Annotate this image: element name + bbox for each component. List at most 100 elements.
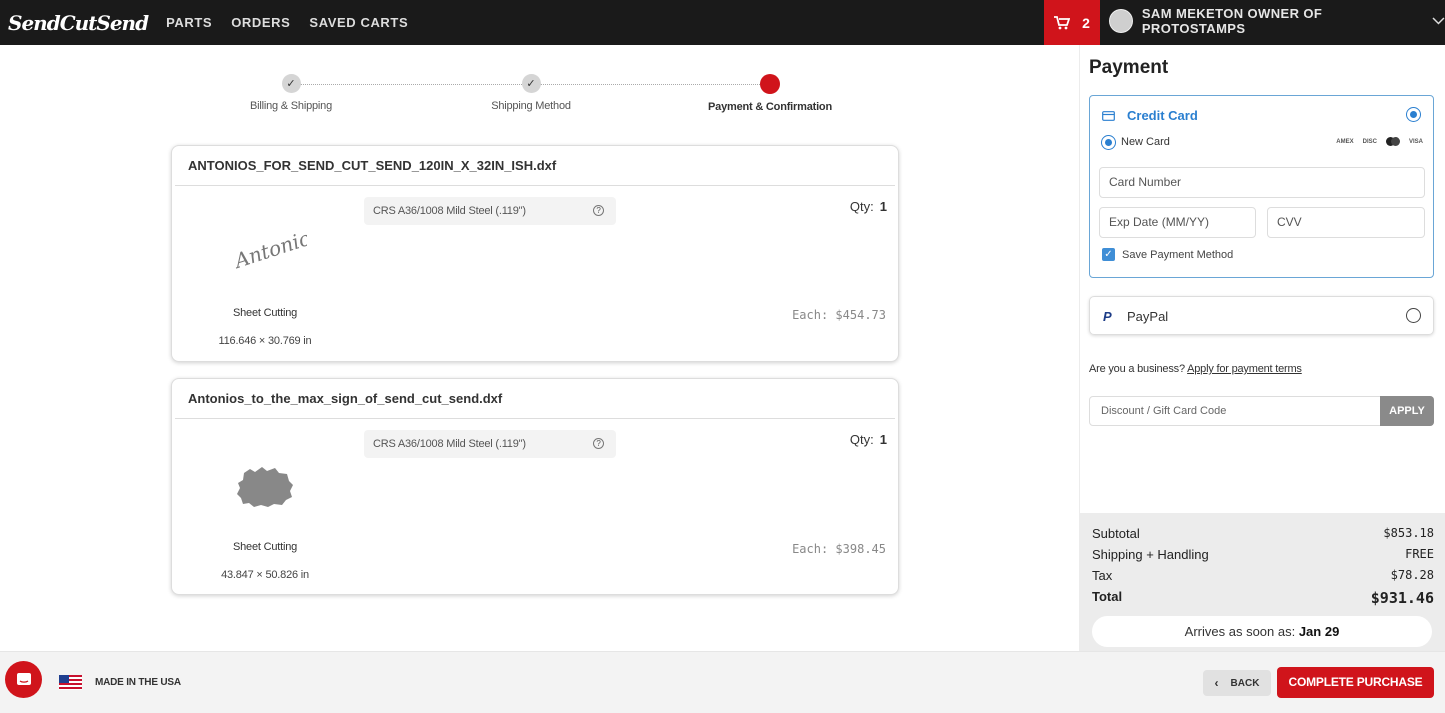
chat-icon	[16, 672, 31, 685]
material-select[interactable]: CRS A36/1008 Mild Steel (.119") ?	[364, 430, 616, 458]
shipping-row: Shipping + Handling FREE	[1092, 547, 1434, 568]
total-label: Total	[1092, 589, 1123, 604]
new-card-radio[interactable]	[1101, 135, 1116, 150]
apply-terms-link[interactable]: Apply for payment terms	[1187, 363, 1302, 375]
part-dimensions: 116.646 × 30.769 in	[218, 335, 312, 347]
exp-date-input[interactable]: Exp Date (MM/YY)	[1099, 207, 1256, 238]
save-payment-checkbox[interactable]: ✓ Save Payment Method	[1102, 248, 1233, 261]
complete-purchase-button[interactable]: COMPLETE PURCHASE	[1277, 667, 1434, 698]
each-price: Each: $454.73	[792, 308, 886, 322]
arrives-date: Jan 29	[1298, 624, 1340, 639]
credit-card-radio[interactable]	[1406, 107, 1421, 122]
user-name: SAM MEKETON OWNER OF PROTOSTAMPS	[1141, 6, 1323, 36]
credit-card-icon	[1102, 110, 1115, 121]
material-select[interactable]: CRS A36/1008 Mild Steel (.119") ?	[364, 197, 616, 225]
checkout-steps: ✓ Billing & Shipping ✓ Shipping Method P…	[180, 74, 900, 119]
subtotal-row: Subtotal $853.18	[1092, 526, 1434, 547]
total-value: $931.46	[1370, 589, 1434, 607]
footer-bar: MADE IN THE USA ‹ BACK COMPLETE PURCHASE	[0, 651, 1445, 713]
step-label: Payment & Confirmation	[708, 101, 832, 113]
check-icon: ✓	[281, 74, 301, 93]
us-flag-icon	[59, 675, 82, 690]
business-terms: Are you a business? Apply for payment te…	[1089, 363, 1302, 375]
amex-icon: AMEX	[1336, 138, 1354, 145]
part-filename: ANTONIOS_FOR_SEND_CUT_SEND_120IN_X_32IN_…	[175, 146, 895, 186]
part-thumbnail: Antonio's	[212, 214, 322, 284]
part-thumbnail	[212, 449, 322, 519]
paypal-radio[interactable]	[1406, 308, 1421, 323]
mastercard-icon	[1385, 137, 1400, 146]
visa-icon: VISA	[1408, 138, 1423, 145]
nav-orders[interactable]: ORDERS	[231, 15, 290, 30]
chevron-left-icon: ‹	[1214, 676, 1219, 690]
save-payment-label: Save Payment Method	[1122, 248, 1234, 261]
part-thumbnail-logo: Antonio's	[230, 224, 307, 273]
help-icon[interactable]: ?	[593, 438, 604, 449]
step-payment-confirmation[interactable]: Payment & Confirmation	[680, 74, 860, 113]
paypal-icon: P	[1103, 309, 1112, 324]
cart-count: 2	[1082, 14, 1090, 31]
qty-label: Qty:	[849, 199, 874, 214]
subtotal-value: $853.18	[1383, 526, 1434, 540]
part-card: Antonios_to_the_max_sign_of_send_cut_sen…	[171, 378, 899, 595]
card-brands: AMEX DISC VISA	[1327, 137, 1423, 146]
nav-links: PARTS ORDERS SAVED CARTS	[166, 15, 427, 30]
chat-button[interactable]	[5, 661, 42, 698]
discover-icon: DISC	[1362, 138, 1377, 145]
paypal-option[interactable]: P PayPal	[1089, 296, 1434, 335]
nav-saved-carts[interactable]: SAVED CARTS	[309, 15, 408, 30]
paypal-label: PayPal	[1127, 309, 1169, 324]
material-label: CRS A36/1008 Mild Steel (.119")	[373, 205, 526, 217]
material-label: CRS A36/1008 Mild Steel (.119")	[373, 438, 526, 450]
nav-parts[interactable]: PARTS	[166, 15, 212, 30]
payment-panel: Payment Credit Card New Card AMEX DISC V…	[1079, 45, 1445, 651]
part-card: ANTONIOS_FOR_SEND_CUT_SEND_120IN_X_32IN_…	[171, 145, 899, 362]
quantity: Qty: 1	[850, 432, 887, 447]
logo[interactable]: SendCutSend	[8, 11, 149, 35]
part-filename: Antonios_to_the_max_sign_of_send_cut_sen…	[175, 379, 895, 419]
tax-row: Tax $78.28	[1092, 568, 1434, 589]
back-label: BACK	[1230, 677, 1260, 689]
part-process: Sheet Cutting	[232, 307, 298, 319]
chevron-down-icon	[1432, 17, 1445, 25]
cart-icon	[1054, 15, 1071, 29]
credit-card-option[interactable]: Credit Card New Card AMEX DISC VISA Card…	[1089, 95, 1434, 278]
check-icon: ✓	[521, 74, 541, 93]
subtotal-label: Subtotal	[1092, 526, 1140, 541]
shipping-label: Shipping + Handling	[1092, 547, 1209, 562]
shipping-value: FREE	[1405, 547, 1434, 561]
each-price: Each: $398.45	[792, 542, 886, 556]
arrives-prefix: Arrives as soon as:	[1184, 624, 1299, 639]
payment-title: Payment	[1089, 57, 1169, 78]
part-thumbnail-shape	[237, 467, 293, 507]
apply-discount-button[interactable]: APPLY	[1380, 396, 1434, 426]
credit-card-label: Credit Card	[1127, 108, 1198, 123]
step-label: Shipping Method	[491, 100, 571, 112]
avatar	[1109, 9, 1133, 33]
part-dimensions: 43.847 × 50.826 in	[221, 569, 309, 581]
qty-value: 1	[879, 432, 887, 447]
cvv-input[interactable]: CVV	[1267, 207, 1425, 238]
help-icon[interactable]: ?	[593, 205, 604, 216]
cart-button[interactable]: 2	[1044, 0, 1100, 45]
made-in-usa: MADE IN THE USA	[95, 677, 181, 688]
discount-input[interactable]: Discount / Gift Card Code	[1101, 405, 1226, 417]
checkbox-checked-icon: ✓	[1102, 248, 1115, 261]
new-card-label: New Card	[1121, 136, 1170, 148]
part-process: Sheet Cutting	[232, 541, 298, 553]
tax-value: $78.28	[1390, 568, 1434, 582]
arrival-estimate: Arrives as soon as: Jan 29	[1092, 616, 1432, 647]
business-prefix: Are you a business?	[1089, 363, 1188, 375]
step-label: Billing & Shipping	[249, 100, 332, 112]
quantity: Qty: 1	[850, 199, 887, 214]
credit-card-header: Credit Card	[1102, 108, 1198, 123]
qty-value: 1	[879, 199, 887, 214]
discount-field: Discount / Gift Card Code APPLY	[1089, 396, 1434, 426]
back-button[interactable]: ‹ BACK	[1203, 670, 1271, 696]
active-step-dot	[760, 74, 780, 94]
order-summary: Subtotal $853.18 Shipping + Handling FREE …	[1080, 513, 1445, 651]
card-number-input[interactable]: Card Number	[1099, 167, 1425, 198]
step-billing-shipping[interactable]: ✓ Billing & Shipping	[201, 74, 381, 112]
user-menu[interactable]: SAM MEKETON OWNER OF PROTOSTAMPS	[1109, 6, 1445, 36]
step-shipping-method[interactable]: ✓ Shipping Method	[441, 74, 621, 112]
